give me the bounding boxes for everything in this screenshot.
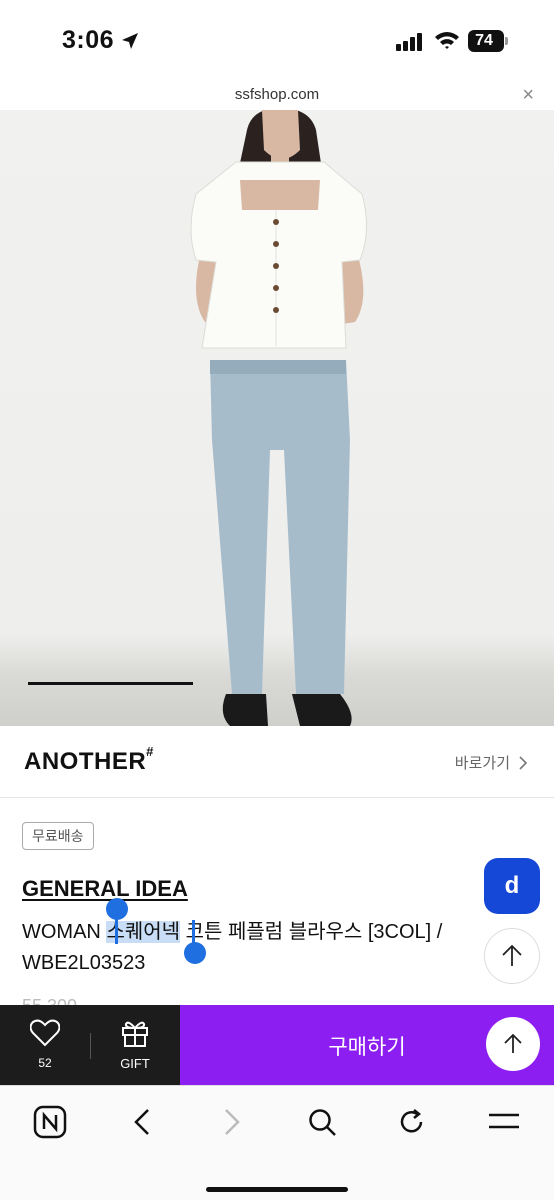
battery-icon: 74 — [468, 30, 508, 52]
naver-home-button[interactable] — [30, 1102, 70, 1142]
close-icon[interactable]: × — [522, 84, 534, 107]
product-brand-link[interactable]: GENERAL IDEA — [22, 876, 188, 902]
model-illustration — [190, 110, 368, 726]
product-image[interactable] — [0, 110, 554, 726]
browser-toolbar — [0, 1085, 554, 1200]
reload-icon — [400, 1109, 423, 1133]
naver-icon — [33, 1105, 67, 1139]
selection-end-handle[interactable] — [184, 942, 206, 964]
gift-icon — [122, 1021, 148, 1047]
scroll-top-circle-button[interactable] — [486, 1017, 540, 1071]
brand-logo-mark: # — [146, 744, 154, 759]
reload-button[interactable] — [392, 1102, 432, 1142]
brand-shortcut-label: 바로가기 — [454, 755, 510, 772]
signal-icon — [396, 33, 422, 51]
status-time: 3:06 — [62, 26, 115, 54]
url-bar[interactable]: ssfshop.com × — [0, 80, 554, 110]
purchase-bar: 52 GIFT 구매하기 — [0, 1005, 554, 1085]
product-name: WOMAN 스퀘어넥 코튼 페플럼 블라우스 [3COL] / WBE2L035… — [22, 917, 452, 979]
brand-shortcut-link[interactable]: 바로가기 — [455, 752, 528, 773]
status-bar: 3:06 74 — [0, 0, 554, 80]
search-button[interactable] — [302, 1102, 342, 1142]
scroll-top-button[interactable] — [484, 928, 540, 984]
divider — [90, 1033, 91, 1059]
image-progress-bar — [28, 682, 193, 685]
forward-button[interactable] — [212, 1102, 252, 1142]
forward-icon — [225, 1109, 240, 1135]
free-shipping-badge: 무료배송 — [22, 822, 94, 850]
brand-logo-text: ANOTHER — [24, 748, 147, 775]
gift-label: GIFT — [120, 1056, 150, 1071]
brand-row[interactable]: ANOTHER# 바로가기 — [0, 726, 554, 798]
d-floating-button[interactable]: d — [484, 858, 540, 914]
heart-icon — [29, 1019, 61, 1047]
back-button[interactable] — [122, 1102, 162, 1142]
product-name-prefix: WOMAN — [22, 921, 107, 943]
home-indicator — [206, 1187, 348, 1192]
menu-icon — [489, 1113, 519, 1129]
chevron-right-icon — [519, 755, 528, 770]
brand-logo[interactable]: ANOTHER# — [24, 744, 154, 776]
buy-button[interactable]: 구매하기 — [180, 1005, 554, 1085]
back-icon — [134, 1109, 149, 1135]
location-arrow-icon — [122, 33, 138, 49]
like-count: 52 — [38, 1056, 52, 1070]
selection-start-handle[interactable] — [106, 898, 128, 920]
url-domain[interactable]: ssfshop.com — [0, 86, 554, 103]
gift-button[interactable]: GIFT — [100, 1019, 170, 1079]
arrow-up-icon — [502, 944, 522, 966]
wifi-icon — [435, 32, 459, 49]
like-button[interactable]: 52 — [10, 1019, 80, 1079]
menu-button[interactable] — [484, 1102, 524, 1142]
purchase-bar-left: 52 GIFT — [0, 1005, 180, 1085]
search-icon — [309, 1109, 336, 1136]
battery-level: 74 — [475, 32, 493, 49]
arrow-up-icon — [504, 1033, 522, 1053]
